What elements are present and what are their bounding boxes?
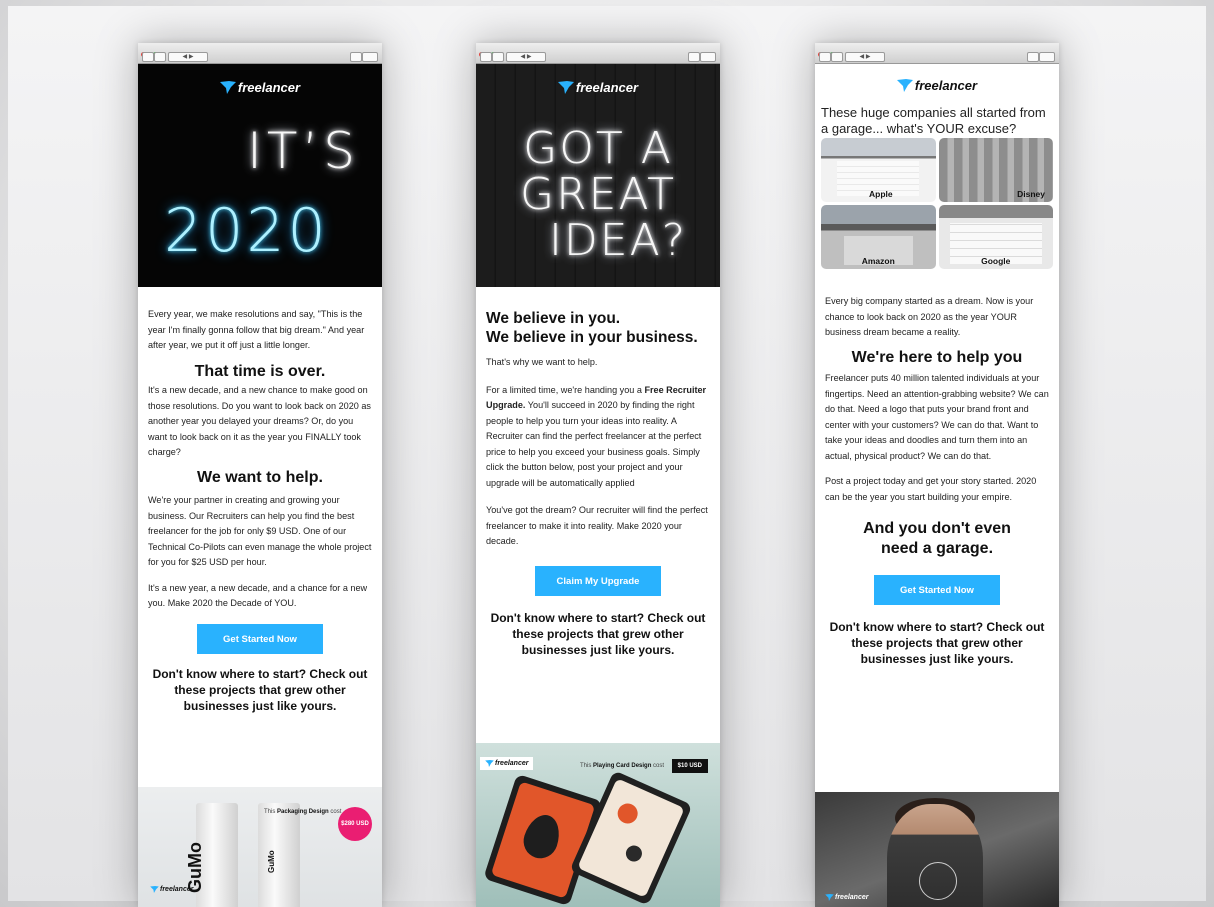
print-button[interactable]	[350, 52, 362, 62]
get-started-button[interactable]: Get Started Now	[874, 575, 1000, 605]
print-button[interactable]	[688, 52, 700, 62]
garage-label: Disney	[1017, 189, 1045, 199]
flag-button[interactable]	[362, 52, 378, 62]
dream-paragraph: You've got the dream? Our recruiter will…	[486, 505, 708, 546]
toolbar-button[interactable]	[819, 52, 831, 62]
bird-logo-icon	[557, 81, 574, 94]
window-chrome: ◀ ▶	[815, 43, 1059, 64]
flag-button[interactable]	[1039, 52, 1055, 62]
bird-logo-icon	[485, 760, 494, 767]
logo-text: freelancer	[237, 80, 301, 95]
email-body: We believe in you. We believe in your bus…	[476, 309, 720, 658]
bird-logo-icon	[896, 79, 913, 92]
window-chrome: ◀ ▶	[476, 43, 720, 64]
hero-banner: freelancer GOT A GREAT IDEA?	[476, 64, 720, 287]
garage-label: Apple	[869, 189, 893, 199]
freelancer-small-logo: freelancer	[825, 894, 868, 901]
tshirt-design-banner[interactable]: freelancer	[815, 792, 1059, 907]
claim-upgrade-button[interactable]: Claim My Upgrade	[535, 565, 661, 596]
cta-text: Don't know where to start? Check out the…	[490, 610, 706, 657]
heading-time-is-over: That time is over.	[194, 362, 326, 380]
hero-text-2020: 2020	[164, 196, 329, 266]
cta-text: Don't know where to start? Check out the…	[829, 620, 1045, 666]
email-window-great-idea: ◀ ▶ freelancer GOT A GREAT IDEA? We beli…	[476, 43, 720, 907]
heading-no-garage: And you don't even need a garage.	[863, 520, 1011, 557]
garage-label: Google	[981, 256, 1011, 266]
new-year-paragraph: It's a new year, a new decade, and a cha…	[148, 582, 368, 609]
bird-logo-icon	[825, 894, 834, 901]
hero-line: GOT A	[523, 123, 673, 174]
banner-caption: This Playing Card Design cost	[580, 763, 665, 769]
garage-photo-apple: Apple	[821, 138, 936, 202]
post-project-paragraph: Post a project today and get your story …	[825, 476, 1037, 502]
reply-forward-buttons[interactable]: ◀ ▶	[845, 52, 885, 62]
bird-logo-icon	[219, 81, 236, 94]
garage-photo-disney: Disney	[938, 138, 1053, 202]
logo-text: freelancer	[575, 80, 639, 95]
packaging-design-banner[interactable]: GuMo GuMo This Packaging Design cost $28…	[138, 787, 382, 907]
cta-text: Don't know where to start? Check out the…	[152, 666, 368, 713]
garage-photo-amazon: Amazon	[821, 205, 936, 269]
hero-line: IDEA?	[548, 215, 688, 266]
can-mockup: GuMo	[185, 803, 238, 907]
garage-photo-grid: Apple Disney Amazon Google	[815, 138, 1059, 269]
email-body: Every year, we make resolutions and say,…	[138, 307, 382, 714]
playing-card-design-banner[interactable]: freelancer This Playing Card Design cost…	[476, 743, 720, 907]
decade-paragraph: It's a new decade, and a new chance to m…	[148, 385, 371, 457]
hero-title: These huge companies all started from a …	[821, 105, 1046, 136]
toolbar-button[interactable]	[154, 52, 166, 62]
reply-forward-buttons[interactable]: ◀ ▶	[506, 52, 546, 62]
heading-want-to-help: We want to help.	[197, 468, 323, 486]
toolbar-button[interactable]	[492, 52, 504, 62]
card-deck-mockup	[569, 770, 693, 906]
get-started-button[interactable]: Get Started Now	[197, 623, 323, 654]
bird-logo-icon	[150, 886, 159, 893]
partner-paragraph: We're your partner in creating and growi…	[148, 495, 372, 567]
email-body: Every big company started as a dream. No…	[815, 294, 1059, 667]
reply-forward-buttons[interactable]: ◀ ▶	[168, 52, 208, 62]
toolbar-button[interactable]	[142, 52, 154, 62]
price-pill: $10 USD	[671, 759, 708, 773]
window-chrome: ◀ ▶	[138, 43, 382, 64]
freelancer-logo-chip: freelancer	[480, 757, 534, 770]
can-mockup: GuMo	[258, 803, 300, 907]
heading-here-to-help: We're here to help you	[851, 348, 1023, 366]
print-button[interactable]	[1027, 52, 1039, 62]
email-window-its-2020: ◀ ▶ freelancer IT’S 2020 Every year, we …	[138, 43, 382, 907]
upgrade-paragraph: For a limited time, we're handing you a …	[486, 384, 707, 488]
intro-paragraph: Every year, we make resolutions and say,…	[148, 309, 365, 350]
freelancer-logo: freelancer	[815, 78, 1059, 93]
dream-paragraph: Every big company started as a dream. No…	[825, 296, 1034, 337]
garage-label: Amazon	[861, 256, 895, 266]
freelancer-logo: freelancer	[476, 80, 720, 95]
talent-paragraph: Freelancer puts 40 million talented indi…	[825, 373, 1049, 461]
freelancer-logo: freelancer	[138, 80, 382, 95]
heading-believe-in-you: We believe in you. We believe in your bus…	[486, 310, 698, 346]
hero-text-its: IT’S	[247, 122, 360, 180]
price-badge: $280 USD	[338, 807, 372, 841]
hero-neon-text: GOT A GREAT IDEA?	[476, 126, 720, 264]
email-window-garage: ◀ ▶ freelancer These huge companies all …	[815, 43, 1059, 907]
freelancer-small-logo: freelancer	[150, 886, 193, 893]
tshirt-emblem	[919, 862, 957, 900]
logo-text: freelancer	[914, 78, 978, 93]
hero-line: GREAT	[519, 169, 677, 220]
why-paragraph: That's why we want to help.	[486, 357, 598, 367]
hero-header: freelancer These huge companies all star…	[815, 64, 1059, 137]
can-label: GuMo	[267, 850, 276, 873]
garage-photo-google: Google	[938, 205, 1053, 269]
flag-button[interactable]	[700, 52, 716, 62]
hero-banner: freelancer IT’S 2020	[138, 64, 382, 287]
toolbar-button[interactable]	[480, 52, 492, 62]
toolbar-button[interactable]	[831, 52, 843, 62]
banner-caption: This Packaging Design cost	[264, 809, 342, 815]
